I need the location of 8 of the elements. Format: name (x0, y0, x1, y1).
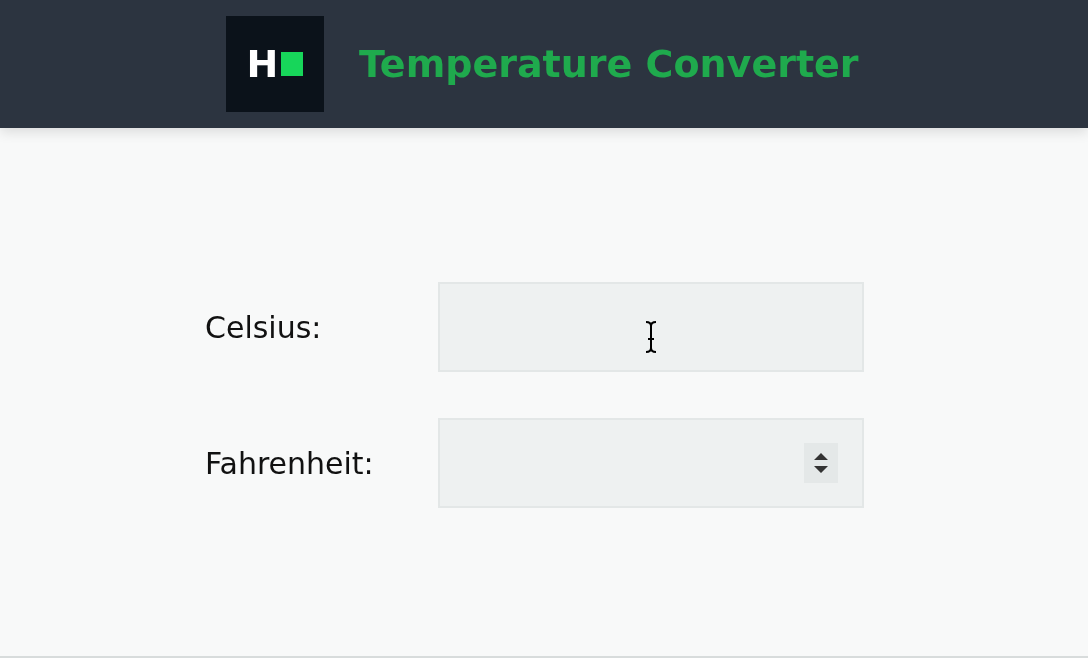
input-field[interactable] (438, 418, 864, 508)
spinner-icon[interactable] (804, 443, 838, 483)
field-label: Celsius: (205, 309, 323, 345)
logo-letter: H (246, 45, 279, 83)
app-title: Temperature Converter (359, 42, 859, 86)
field-label: Fahrenheit: (205, 445, 375, 481)
text-cursor-icon (645, 321, 657, 353)
input-field[interactable] (438, 282, 864, 372)
